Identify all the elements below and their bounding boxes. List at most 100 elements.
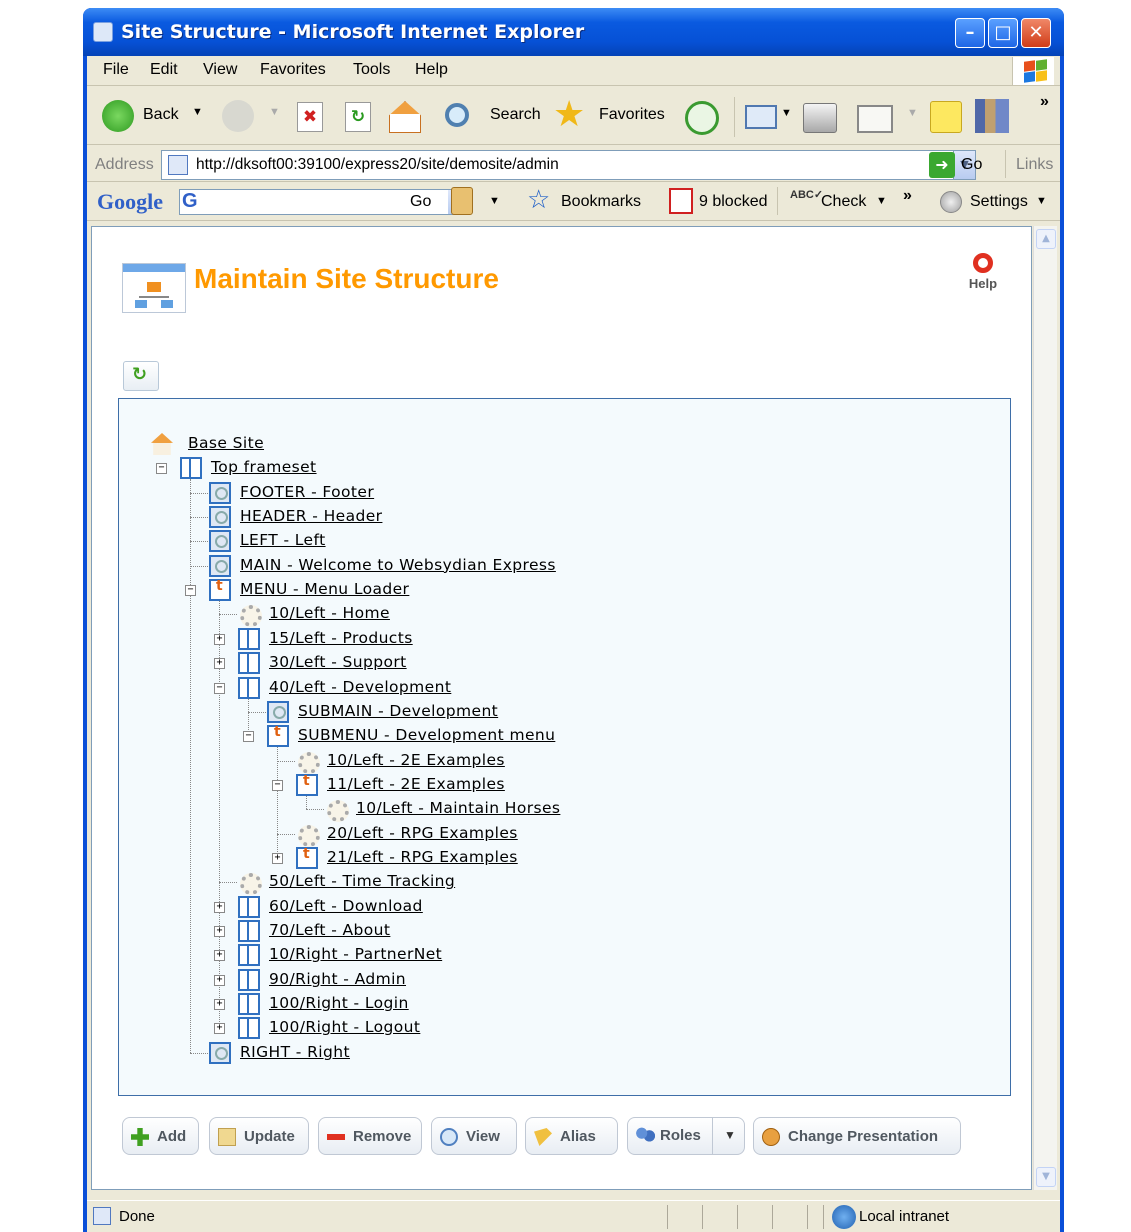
view-button[interactable]: View: [431, 1117, 517, 1155]
favorites-star-icon[interactable]: ★: [553, 95, 585, 135]
expand-toggle-icon[interactable]: +: [214, 633, 225, 645]
links-label[interactable]: Links: [1016, 156, 1053, 174]
tree-node-link[interactable]: Base Site: [188, 434, 264, 452]
history-icon[interactable]: [685, 101, 719, 135]
tree-node-link[interactable]: HEADER - Header: [240, 507, 382, 525]
scroll-down-icon[interactable]: ▼: [1036, 1167, 1056, 1187]
tree-node-link[interactable]: 15/Left - Products: [269, 629, 413, 647]
forward-icon[interactable]: [222, 100, 254, 132]
expand-toggle-icon[interactable]: +: [214, 658, 225, 670]
back-button[interactable]: Back: [143, 106, 179, 124]
expand-toggle-icon[interactable]: +: [214, 901, 225, 913]
tree-node-link[interactable]: 10/Left - 2E Examples: [327, 751, 505, 769]
collapse-toggle-icon[interactable]: −: [185, 585, 196, 597]
tree-node-link[interactable]: 100/Right - Logout: [269, 1018, 420, 1036]
google-go-button[interactable]: Go: [410, 193, 431, 211]
tree-node-link[interactable]: SUBMAIN - Development: [298, 702, 498, 720]
roles-button[interactable]: Roles ▼: [627, 1117, 745, 1155]
expand-toggle-icon[interactable]: +: [214, 950, 225, 962]
forward-dropdown-icon[interactable]: ▼: [269, 106, 280, 118]
favorites-button[interactable]: Favorites: [599, 106, 665, 124]
expand-toggle-icon[interactable]: +: [214, 1023, 225, 1035]
tree-node-link[interactable]: 60/Left - Download: [269, 897, 423, 915]
mail-dropdown-icon[interactable]: ▼: [781, 107, 792, 119]
research-icon[interactable]: [975, 99, 1009, 133]
mail-icon[interactable]: [745, 105, 777, 129]
roles-dropdown-icon[interactable]: ▼: [724, 1128, 736, 1142]
tree-node-link[interactable]: 40/Left - Development: [269, 678, 451, 696]
go-arrow-icon[interactable]: ➜: [929, 152, 955, 178]
tree-node-link[interactable]: 70/Left - About: [269, 921, 390, 939]
menu-help[interactable]: Help: [415, 61, 448, 79]
collapse-toggle-icon[interactable]: −: [214, 682, 225, 694]
maximize-button[interactable]: □: [988, 18, 1018, 48]
check-dropdown-icon[interactable]: ▼: [876, 195, 887, 207]
popup-blocker-icon[interactable]: [669, 188, 693, 214]
pagerank-icon[interactable]: [451, 187, 473, 215]
settings-button[interactable]: Settings: [970, 193, 1028, 211]
tree-node-link[interactable]: 10/Right - PartnerNet: [269, 945, 442, 963]
tree-node-link[interactable]: RIGHT - Right: [240, 1043, 350, 1061]
change-presentation-button[interactable]: Change Presentation: [753, 1117, 961, 1155]
google-g-icon[interactable]: G: [182, 190, 198, 213]
menu-edit[interactable]: Edit: [150, 61, 178, 79]
refresh-tree-button[interactable]: ↻: [123, 361, 159, 391]
back-dropdown-icon[interactable]: ▼: [192, 106, 203, 118]
minimize-button[interactable]: –: [955, 18, 985, 48]
collapse-toggle-icon[interactable]: −: [243, 731, 254, 743]
home-icon[interactable]: [389, 101, 421, 133]
tree-node-link[interactable]: 10/Left - Home: [269, 604, 390, 622]
tree-node-link[interactable]: MENU - Menu Loader: [240, 580, 409, 598]
collapse-toggle-icon[interactable]: −: [272, 779, 283, 791]
edit-icon[interactable]: [857, 105, 893, 133]
tree-node-link[interactable]: 50/Left - Time Tracking: [269, 872, 455, 890]
close-button[interactable]: ✕: [1021, 18, 1051, 48]
alias-button[interactable]: Alias: [525, 1117, 618, 1155]
tree-node-link[interactable]: LEFT - Left: [240, 531, 326, 549]
pagerank-dropdown-icon[interactable]: ▼: [489, 195, 500, 207]
google-overflow-icon[interactable]: »: [903, 187, 912, 205]
bookmarks-button[interactable]: Bookmarks: [561, 193, 641, 211]
collapse-toggle-icon[interactable]: −: [156, 463, 167, 475]
bookmarks-star-icon[interactable]: ☆: [527, 185, 550, 215]
address-input[interactable]: http://dksoft00:39100/express20/site/dem…: [161, 150, 976, 180]
tree-node-link[interactable]: 20/Left - RPG Examples: [327, 824, 518, 842]
tree-node-link[interactable]: 21/Left - RPG Examples: [327, 848, 518, 866]
add-button[interactable]: Add: [122, 1117, 199, 1155]
tree-node-link[interactable]: 90/Right - Admin: [269, 970, 406, 988]
spellcheck-icon[interactable]: ABC✓: [790, 188, 823, 201]
menu-view[interactable]: View: [203, 61, 237, 79]
tree-node-link[interactable]: SUBMENU - Development menu: [298, 726, 555, 744]
help-link[interactable]: Help: [958, 253, 1008, 292]
refresh-icon[interactable]: ↻: [345, 102, 371, 132]
expand-toggle-icon[interactable]: +: [272, 852, 283, 864]
expand-toggle-icon[interactable]: +: [214, 999, 225, 1011]
tree-node-link[interactable]: 10/Left - Maintain Horses: [356, 799, 560, 817]
print-icon[interactable]: [803, 103, 837, 133]
tree-node-link[interactable]: 11/Left - 2E Examples: [327, 775, 505, 793]
stop-icon[interactable]: ✖: [297, 102, 323, 132]
tree-node-link[interactable]: 100/Right - Login: [269, 994, 409, 1012]
go-button[interactable]: Go: [961, 156, 982, 174]
tree-node-link[interactable]: Top frameset: [211, 458, 317, 476]
expand-toggle-icon[interactable]: +: [214, 926, 225, 937]
search-button[interactable]: Search: [490, 106, 541, 124]
settings-dropdown-icon[interactable]: ▼: [1036, 195, 1047, 207]
check-button[interactable]: Check: [821, 193, 866, 211]
search-icon[interactable]: [445, 103, 469, 127]
menu-tools[interactable]: Tools: [353, 61, 390, 79]
update-button[interactable]: Update: [209, 1117, 309, 1155]
edit-dropdown-icon[interactable]: ▼: [907, 107, 918, 119]
scroll-up-icon[interactable]: ▲: [1036, 229, 1056, 249]
expand-toggle-icon[interactable]: +: [214, 974, 225, 986]
tree-node-link[interactable]: FOOTER - Footer: [240, 483, 374, 501]
blocked-count[interactable]: 9 blocked: [699, 193, 768, 211]
back-icon[interactable]: [102, 100, 134, 132]
settings-icon[interactable]: [940, 191, 962, 213]
tree-node-link[interactable]: MAIN - Welcome to Websydian Express: [240, 556, 556, 574]
menu-favorites[interactable]: Favorites: [260, 61, 326, 79]
vertical-scrollbar[interactable]: ▲ ▼: [1033, 226, 1057, 1190]
menu-file[interactable]: File: [103, 61, 129, 79]
toolbar-overflow-icon[interactable]: »: [1040, 93, 1049, 111]
remove-button[interactable]: Remove: [318, 1117, 422, 1155]
